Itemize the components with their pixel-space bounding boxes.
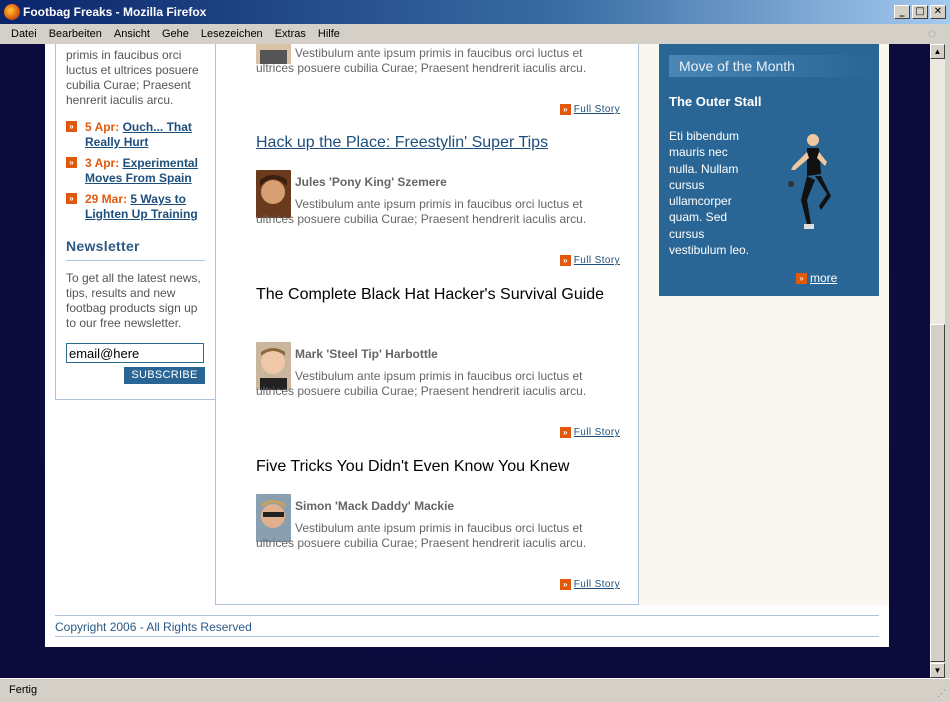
sidebar-intro-line: primis in faucibus orci: [66, 48, 182, 62]
article-title[interactable]: Five Tricks You Didn't Even Know You Kne…: [256, 457, 620, 477]
article-excerpt: Vestibulum ante ipsum primis in faucibus…: [256, 46, 587, 75]
window-title: Footbag Freaks - Mozilla Firefox: [23, 5, 207, 19]
footer-divider: [55, 615, 879, 616]
main-column: Vestibulum ante ipsum primis in faucibus…: [215, 44, 639, 605]
double-arrow-icon: »: [66, 193, 77, 204]
minimize-button[interactable]: _: [894, 5, 910, 19]
full-story-anchor[interactable]: Full Story: [574, 579, 620, 590]
double-arrow-icon: »: [66, 121, 77, 132]
news-date: 29 Mar:: [85, 192, 128, 206]
article-excerpt: Vestibulum ante ipsum primis in faucibus…: [256, 369, 587, 398]
close-button[interactable]: ✕: [930, 5, 946, 19]
panel-heading: Move of the Month: [669, 55, 874, 77]
menu-bearbeiten[interactable]: Bearbeiten: [43, 28, 108, 40]
firefox-icon: [4, 4, 20, 20]
news-item: » 5 Apr: Ouch... That Really Hurt: [66, 120, 205, 150]
browser-viewport: primis in faucibus orci luctus et ultric…: [0, 44, 930, 678]
news-date: 5 Apr:: [85, 120, 120, 134]
status-bar: Fertig ⋰: [0, 678, 950, 702]
newsletter-text: To get all the latest news, tips, result…: [66, 271, 201, 330]
double-arrow-icon: »: [559, 255, 571, 266]
sidebar-intro-line: henrerit iaculis arcu.: [66, 93, 174, 107]
resize-grip-icon[interactable]: ⋰: [937, 688, 946, 699]
full-story-anchor[interactable]: Full Story: [574, 427, 620, 438]
move-title: The Outer Stall: [669, 94, 762, 109]
article-excerpt: Vestibulum ante ipsum primis in faucibus…: [256, 197, 587, 226]
menu-datei[interactable]: Datei: [0, 28, 43, 40]
sidebar-intro-line: cubilia Curae; Praesent: [66, 78, 191, 92]
news-item: » 29 Mar: 5 Ways to Lighten Up Training: [66, 192, 205, 222]
double-arrow-icon: »: [559, 427, 571, 438]
menu-extras[interactable]: Extras: [269, 28, 312, 40]
email-field[interactable]: [66, 343, 204, 363]
menu-hilfe[interactable]: Hilfe: [312, 28, 346, 40]
full-story-link: » Full Story: [559, 427, 620, 438]
window-frame: [945, 44, 950, 678]
footer-divider: [55, 636, 879, 637]
full-story-anchor[interactable]: Full Story: [574, 255, 620, 266]
throbber-icon: ◌: [927, 25, 937, 41]
article-author: Jules 'Pony King' Szemere: [295, 175, 447, 189]
sidebar-intro-line: luctus et ultrices posuere: [66, 63, 199, 77]
maximize-button[interactable]: □: [912, 5, 928, 19]
full-story-link: » Full Story: [559, 255, 620, 266]
vertical-scrollbar[interactable]: ▲ ▼: [930, 44, 945, 678]
sidebar-intro: primis in faucibus orci luctus et ultric…: [66, 48, 211, 108]
article-author: Simon 'Mack Daddy' Mackie: [295, 499, 455, 513]
full-story-link: » Full Story: [559, 104, 620, 115]
full-story-anchor[interactable]: Full Story: [574, 104, 620, 115]
article-author: Mark 'Steel Tip' Harbottle: [295, 347, 438, 361]
newsletter-heading: Newsletter: [66, 238, 205, 261]
menu-bar: Datei Bearbeiten Ansicht Gehe Lesezeiche…: [0, 24, 950, 44]
news-item: » 3 Apr: Experimental Moves From Spain: [66, 156, 205, 186]
article-excerpt: Vestibulum ante ipsum primis in faucibus…: [256, 521, 587, 550]
menu-gehe[interactable]: Gehe: [156, 28, 195, 40]
scroll-down-button[interactable]: ▼: [930, 663, 945, 678]
scroll-up-button[interactable]: ▲: [930, 44, 945, 59]
article-title[interactable]: The Complete Black Hat Hacker's Survival…: [256, 285, 616, 305]
double-arrow-icon: »: [559, 104, 571, 115]
menu-ansicht[interactable]: Ansicht: [108, 28, 156, 40]
subscribe-button[interactable]: SUBSCRIBE: [124, 367, 205, 384]
window-titlebar: Footbag Freaks - Mozilla Firefox _ □ ✕: [0, 0, 950, 24]
move-description: Eti bibendum mauris nec nulla. Nullam cu…: [669, 129, 750, 258]
footbag-player-image: [788, 134, 831, 229]
double-arrow-icon: »: [796, 272, 807, 284]
double-arrow-icon: »: [66, 157, 77, 168]
full-story-link: » Full Story: [559, 579, 620, 590]
news-list: » 5 Apr: Ouch... That Really Hurt » 3 Ap…: [66, 120, 205, 222]
move-of-month-panel: Move of the Month The Outer Stall Eti bi…: [659, 44, 879, 296]
news-date: 3 Apr:: [85, 156, 120, 170]
more-link: » more: [796, 271, 837, 285]
article-title-link[interactable]: Hack up the Place: Freestylin' Super Tip…: [256, 133, 548, 153]
footer-copyright: Copyright 2006 - All Rights Reserved: [55, 620, 252, 634]
scrollbar-thumb[interactable]: [930, 324, 945, 662]
page-content: primis in faucibus orci luctus et ultric…: [45, 44, 889, 647]
more-anchor[interactable]: more: [810, 271, 837, 285]
double-arrow-icon: »: [559, 579, 571, 590]
menu-lesezeichen[interactable]: Lesezeichen: [195, 28, 269, 40]
status-text: Fertig: [9, 684, 38, 696]
left-sidebar: primis in faucibus orci luctus et ultric…: [55, 44, 215, 400]
window-controls: _ □ ✕: [894, 5, 946, 19]
